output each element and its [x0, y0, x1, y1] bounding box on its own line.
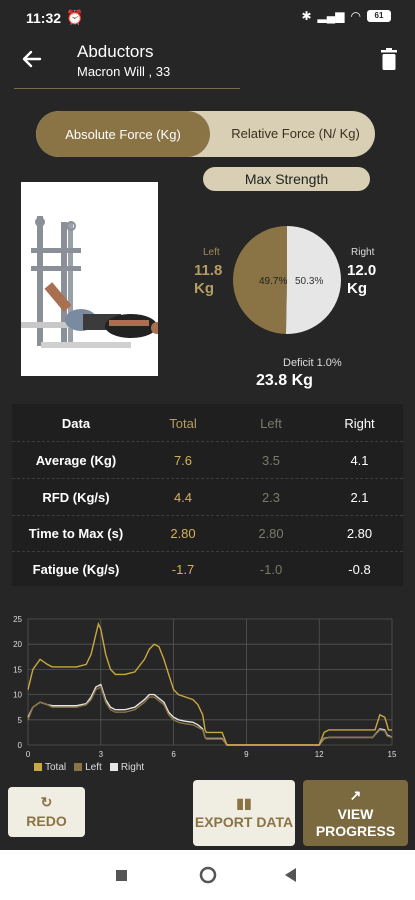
x-tick-label: 12	[315, 750, 324, 759]
total-cell: -1.7	[171, 561, 195, 577]
export-data-button[interactable]: ▮▮ EXPORT DATA	[193, 780, 295, 846]
row-label: Average (Kg)	[35, 452, 117, 468]
series-line-left	[27, 685, 393, 746]
x-tick-label: 6	[171, 750, 176, 759]
table-header: Data Total Left Right	[12, 405, 403, 441]
force-chart: 0 5 10 15 20 25 0 3 6 9 12 15	[13, 615, 397, 759]
left-cell: 2.80	[258, 525, 284, 541]
y-tick-label: 25	[13, 615, 22, 624]
y-tick-label: 5	[18, 716, 23, 725]
redo-icon: ↻	[40, 794, 53, 810]
absolute-force-tab[interactable]: Absolute Force (Kg)	[36, 111, 210, 157]
pie-left-pct: 49.7%	[259, 276, 287, 287]
left-cell: -1.0	[259, 561, 283, 577]
col-header: Data	[61, 415, 91, 431]
mode-selector[interactable]: Max Strength	[203, 167, 370, 191]
patient-name: Macron Will , 33	[77, 64, 171, 79]
exercise-image	[21, 182, 158, 376]
col-header: Right	[344, 415, 375, 431]
table-row: Fatigue (Kg/s) -1.7 -1.0 -0.8	[12, 551, 403, 587]
x-tick-label: 3	[99, 750, 104, 759]
series-line-total	[27, 621, 392, 746]
right-label: Right	[351, 247, 375, 258]
legend-right: Right	[109, 762, 144, 773]
delete-button[interactable]	[378, 47, 400, 71]
left-cell: 2.3	[261, 489, 281, 505]
view-progress-button[interactable]: ↗ VIEW PROGRESS	[303, 780, 408, 846]
stats-table: Data Total Left Right Average (Kg) 7.6 3…	[12, 404, 403, 586]
bar-chart-icon: ▮▮	[236, 795, 252, 811]
right-cell: -0.8	[348, 561, 371, 577]
y-tick-label: 0	[18, 741, 23, 750]
legend-left: Left	[74, 762, 102, 773]
recents-button[interactable]	[116, 870, 127, 881]
row-label: RFD (Kg/s)	[42, 489, 110, 505]
total-cell: 2.80	[170, 525, 196, 541]
redo-button[interactable]: ↻ REDO	[8, 787, 85, 837]
right-cell: 2.80	[346, 525, 373, 541]
col-header: Left	[260, 415, 282, 431]
page-title: Abductors	[77, 42, 154, 61]
right-cell: 4.1	[350, 452, 369, 468]
left-right-pie: 49.7% 50.3%	[233, 226, 341, 334]
status-icons: ✱ ▂▄▆ ◠ 61	[301, 9, 391, 23]
left-value: 11.8 Kg	[194, 262, 223, 297]
x-tick-label: 15	[388, 750, 397, 759]
y-tick-label: 10	[13, 691, 22, 700]
row-label: Time to Max (s)	[28, 525, 124, 541]
battery-icon: 61	[367, 10, 391, 22]
table-row: Average (Kg) 7.6 3.5 4.1	[12, 442, 403, 478]
signal-icon: ▂▄▆	[317, 9, 345, 23]
pie-right-pct: 50.3%	[295, 276, 323, 287]
x-tick-label: 9	[244, 750, 249, 759]
arrow-left-icon	[22, 50, 42, 68]
force-toggle: Absolute Force (Kg) Relative Force (N/ K…	[36, 111, 375, 157]
total-cell: 7.6	[173, 452, 193, 468]
left-cell: 3.5	[261, 452, 281, 468]
right-value: 12.0 Kg	[347, 262, 377, 297]
left-label: Left	[203, 247, 220, 258]
trash-icon	[381, 48, 397, 70]
y-tick-label: 15	[13, 665, 22, 674]
series-line-right	[27, 683, 393, 746]
bluetooth-icon: ✱	[301, 9, 312, 23]
table-row: Time to Max (s) 2.80 2.80 2.80	[12, 515, 403, 551]
home-button[interactable]	[199, 866, 217, 884]
row-label: Fatigue (Kg/s)	[32, 561, 120, 577]
total-cell: 4.4	[173, 489, 193, 505]
chart-legend: Total Left Right	[34, 762, 144, 773]
x-tick-label: 0	[26, 750, 31, 759]
system-back-button[interactable]	[285, 868, 296, 882]
table-row: RFD (Kg/s) 4.4 2.3 2.1	[12, 479, 403, 515]
right-cell: 2.1	[350, 489, 369, 505]
trending-up-icon: ↗	[349, 786, 362, 803]
y-tick-label: 20	[13, 640, 22, 649]
relative-force-tab[interactable]: Relative Force (N/ Kg)	[216, 111, 375, 157]
total-force: 23.8 Kg	[256, 372, 313, 389]
header-divider	[14, 88, 240, 89]
status-time: 11:32	[26, 10, 62, 26]
wifi-icon: ◠	[350, 9, 361, 23]
col-header: Total	[169, 415, 197, 431]
back-button[interactable]	[18, 45, 46, 73]
legend-total: Total	[34, 762, 66, 773]
deficit-label: Deficit 1.0%	[283, 357, 342, 369]
alarm-icon: ⏰	[66, 9, 84, 25]
